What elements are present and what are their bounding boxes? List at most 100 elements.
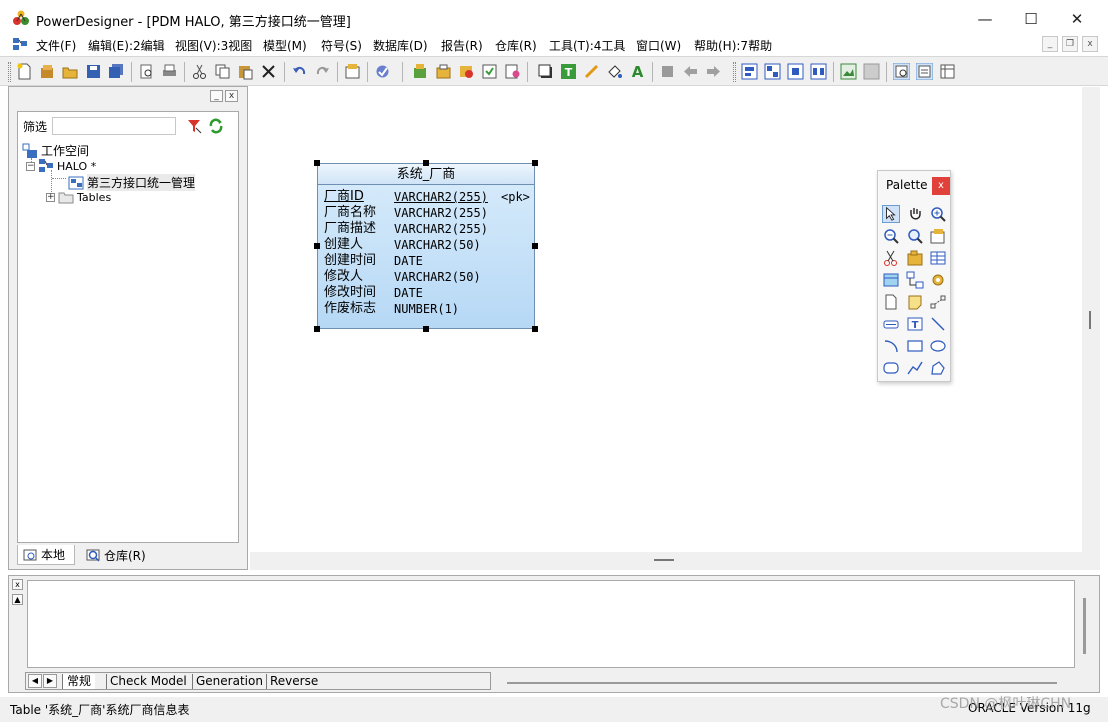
tab-repository[interactable]: 仓库(R) [81,545,171,565]
panel-close-button[interactable]: x [225,90,238,102]
tab-check-model[interactable]: Check Model [106,674,190,689]
menu-tools[interactable]: 工具(T):4工具 [549,37,625,54]
layout-icon[interactable] [787,63,804,80]
delete-icon[interactable] [882,249,900,267]
refresh-icon[interactable] [208,118,224,134]
mdi-restore-button[interactable]: ❐ [1062,36,1078,52]
open-package-icon[interactable] [906,227,924,245]
resize-handle[interactable] [423,160,429,166]
output-scroll-up-button[interactable]: ▲ [12,594,23,605]
line-color-icon[interactable] [583,63,600,80]
print-icon[interactable] [161,63,178,80]
disabled-tool-icon[interactable] [863,63,880,80]
forward-icon[interactable] [705,63,722,80]
resize-handle[interactable] [314,160,320,166]
expand-icon[interactable]: + [46,192,55,202]
menu-report[interactable]: 报告(R) [441,37,483,54]
toolbar-grip[interactable] [733,62,736,82]
maximize-button[interactable]: ☐ [1008,6,1054,32]
print-preview-icon[interactable] [138,63,155,80]
font-icon[interactable]: A [629,63,646,80]
palette-close-button[interactable]: x [932,177,950,195]
rectangle-icon[interactable] [906,337,924,355]
line-icon[interactable] [929,315,947,333]
open-icon[interactable] [62,63,79,80]
horizontal-splitter-grip[interactable] [654,559,674,561]
merge-icon[interactable] [504,63,521,80]
new-diagram-icon[interactable] [412,63,429,80]
ellipse-icon[interactable] [929,337,947,355]
properties-icon[interactable] [344,63,361,80]
browser-toggle-icon[interactable] [893,63,910,80]
pointer-icon[interactable] [882,205,900,223]
document-window-icon[interactable] [12,37,28,52]
menu-help[interactable]: 帮助(H):7帮助 [694,37,772,54]
menu-view[interactable]: 视图(V):3视图 [175,37,252,54]
arrange-icon[interactable] [810,63,827,80]
tab-local[interactable]: 本地 [17,545,75,565]
canvas-horizontal-scroll[interactable] [250,552,1100,570]
title-icon[interactable] [882,315,900,333]
check-model-icon[interactable] [458,63,475,80]
filter-input[interactable] [52,117,176,135]
procedure-icon[interactable] [929,271,947,289]
minimize-button[interactable]: — [962,6,1008,32]
group-icon[interactable] [764,63,781,80]
save-all-icon[interactable] [108,63,125,80]
align-icon[interactable] [741,63,758,80]
new-icon[interactable] [16,63,33,80]
mdi-close-button[interactable]: x [1082,36,1098,52]
link-icon[interactable] [929,293,947,311]
resize-handle[interactable] [532,326,538,332]
polyline-icon[interactable] [906,359,924,377]
output-close-button[interactable]: x [12,579,23,590]
cut-icon[interactable] [191,63,208,80]
tab-general[interactable]: 常规 [62,674,96,689]
redo-icon[interactable] [314,63,331,80]
zoom-in-icon[interactable] [929,205,947,223]
resize-handle[interactable] [423,326,429,332]
output-scrollbar[interactable] [1083,598,1086,654]
model-properties-icon[interactable] [374,63,391,80]
rounded-rect-icon[interactable] [882,359,900,377]
resize-handle[interactable] [314,326,320,332]
toolbar-grip[interactable] [8,62,11,82]
menu-repository[interactable]: 仓库(R) [495,37,537,54]
tab-reverse[interactable]: Reverse [266,674,321,689]
properties-icon[interactable] [929,227,947,245]
output-toggle-icon[interactable] [916,63,933,80]
view-icon[interactable] [882,271,900,289]
package-icon[interactable] [435,63,452,80]
menu-file[interactable]: 文件(F) [36,37,76,54]
delete-icon[interactable] [260,63,277,80]
image-export-icon[interactable] [840,63,857,80]
new-model-icon[interactable] [39,63,56,80]
text-style-icon[interactable]: T [560,63,577,80]
save-icon[interactable] [85,63,102,80]
resize-handle[interactable] [532,160,538,166]
grabber-icon[interactable] [906,205,924,223]
tree-node-tables[interactable]: + Tables [46,190,111,204]
shadow-icon[interactable] [537,63,554,80]
mdi-minimize-button[interactable]: _ [1042,36,1058,52]
menu-symbol[interactable]: 符号(S) [321,37,362,54]
polygon-icon[interactable] [929,359,947,377]
tree-node-diagram[interactable]: 第三方接口统一管理 [68,174,196,191]
resize-handle[interactable] [314,243,320,249]
tab-generation[interactable]: Generation [192,674,266,689]
clear-filter-icon[interactable] [186,118,202,134]
note-icon[interactable] [906,293,924,311]
menu-window[interactable]: 窗口(W) [636,37,681,54]
menu-model[interactable]: 模型(M) [263,37,307,54]
panel-minimize-button[interactable]: _ [210,90,223,102]
output-text-area[interactable] [27,580,1075,668]
package-icon[interactable] [906,249,924,267]
back-icon[interactable] [682,63,699,80]
table-icon[interactable] [929,249,947,267]
copy-icon[interactable] [214,63,231,80]
result-list-icon[interactable] [939,63,956,80]
tree-node-model[interactable]: − HALO * [26,158,96,174]
text-icon[interactable]: T [906,315,924,333]
zoom-out-icon[interactable] [882,227,900,245]
collapse-icon[interactable]: − [26,161,35,171]
